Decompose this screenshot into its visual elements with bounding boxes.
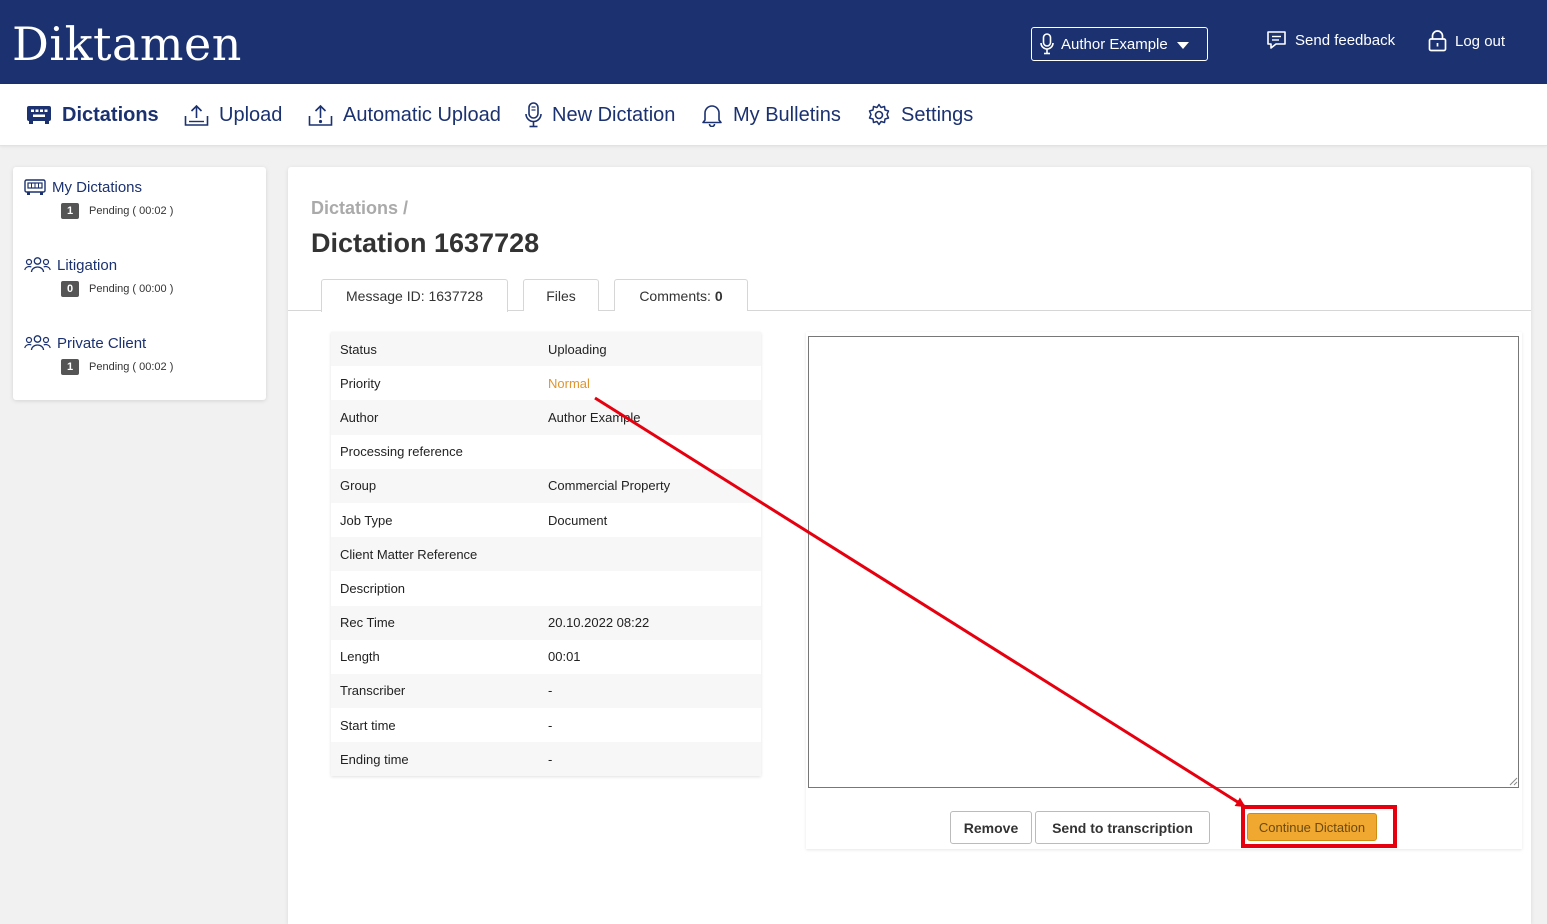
send-feedback-label: Send feedback [1295,31,1396,49]
author-dropdown[interactable]: Author Example [1031,27,1208,61]
sidebar-item-label: Private Client [57,334,147,352]
details-row: Processing reference [331,435,761,469]
details-row: Rec Time 20.10.2022 08:22 [331,605,761,640]
annotation-highlight-box [1241,805,1397,848]
nav-new-dictation-label: New Dictation [552,103,676,126]
nav-dictations[interactable]: Dictations [26,84,159,146]
microphone-icon [1040,33,1054,55]
pending-count-badge: 1 [61,359,79,375]
chevron-down-icon [1176,42,1189,49]
group-icon [24,335,51,351]
nav-upload[interactable]: Upload [184,84,282,146]
group-icon [24,257,51,273]
logout-label: Log out [1455,32,1506,50]
gear-icon [868,103,890,126]
nav-automatic-upload[interactable]: Automatic Upload [308,84,501,146]
details-row: Client Matter Reference [331,537,761,572]
detail-value: Commercial Property [548,478,671,494]
tab-comments[interactable]: Comments: 0 [614,279,748,311]
details-row: Ending time - [331,742,761,777]
details-row: Start time - [331,708,761,742]
sidebar: My Dictations 1 Pending ( 00:02 ) Litiga… [13,167,266,400]
nav-automatic-upload-label: Automatic Upload [343,103,501,126]
sidebar-item-private-client[interactable]: Private Client 1 Pending ( 00:02 ) [24,333,173,375]
detail-value: - [548,751,553,767]
send-to-transcription-button[interactable]: Send to transcription [1035,811,1210,844]
notes-panel: Remove Send to transcription Continue Di… [806,332,1522,849]
pending-count-badge: 0 [61,281,79,297]
bell-icon [702,105,722,127]
details-row: Description [331,571,761,605]
main-nav: Dictations Upload Automatic Upload New D… [0,84,1547,146]
page-title: Dictation 1637728 [311,228,540,258]
details-table: Status Uploading Priority Normal Author Autho… [331,332,761,777]
detail-key: Transcriber [340,683,406,699]
sidebar-item-litigation[interactable]: Litigation 0 Pending ( 00:00 ) [24,255,173,297]
nav-my-bulletins-label: My Bulletins [733,103,841,126]
sidebar-item-my-dictations[interactable]: My Dictations 1 Pending ( 00:02 ) [24,177,173,219]
nav-upload-label: Upload [219,103,283,126]
detail-key: Ending time [340,751,409,767]
detail-value: Document [548,512,608,528]
lock-icon [1428,30,1447,52]
tab-label: Comments: [639,287,711,304]
detail-key: Client Matter Reference [340,546,478,562]
send-feedback-link[interactable]: Send feedback [1266,30,1395,50]
app-logo[interactable]: Diktamen [12,16,242,72]
tab-label: Files [546,287,576,304]
feedback-icon [1267,31,1286,49]
automatic-upload-icon [308,104,333,126]
pending-status: Pending ( 00:00 ) [89,283,174,295]
detail-key: Processing reference [340,444,463,460]
nav-dictations-label: Dictations [62,103,159,126]
breadcrumb[interactable]: Dictations / [311,198,408,219]
resize-handle-icon[interactable] [1509,777,1518,786]
dictation-icon [27,106,51,124]
author-name: Author Example [1061,35,1168,53]
nav-settings[interactable]: Settings [867,84,973,146]
detail-key: Status [340,341,377,357]
tab-files[interactable]: Files [523,279,599,311]
detail-key: Group [340,478,377,494]
nav-settings-label: Settings [901,103,974,126]
remove-button[interactable]: Remove [950,811,1032,844]
detail-value: Normal [548,375,590,391]
detail-value: 20.10.2022 08:22 [548,615,650,631]
detail-key: Length [340,649,380,665]
details-row: Group Commercial Property [331,468,761,503]
detail-value: Uploading [548,341,607,357]
sidebar-item-label: My Dictations [52,178,143,196]
details-row: Status Uploading [331,332,761,367]
notes-textarea[interactable] [808,336,1519,788]
upload-icon [184,104,209,126]
detail-value: 00:01 [548,649,581,665]
detail-value: - [548,683,553,699]
details-row: Transcriber - [331,673,761,709]
details-row: Priority Normal [331,366,761,400]
pending-status: Pending ( 00:02 ) [89,361,174,373]
nav-new-dictation[interactable]: New Dictation [525,84,675,146]
dictation-icon [24,178,46,195]
details-row: Author Author Example [331,400,761,435]
nav-my-bulletins[interactable]: My Bulletins [701,84,841,146]
top-header: Diktamen Author Example Send feedback Lo… [0,0,1547,84]
detail-key: Priority [340,375,381,391]
detail-key: Job Type [340,512,393,528]
detail-value: - [548,717,553,733]
logout-link[interactable]: Log out [1428,30,1505,52]
tab-label: Message ID: 1637728 [346,288,483,304]
detail-key: Rec Time [340,615,395,631]
details-row: Length 00:01 [331,640,761,674]
pending-count-badge: 1 [61,203,79,219]
detail-value: Author Example [548,409,641,425]
detail-key: Start time [340,717,396,733]
pending-status: Pending ( 00:02 ) [89,205,174,217]
details-row: Job Type Document [331,503,761,537]
detail-key: Author [340,409,379,425]
sidebar-item-label: Litigation [57,256,118,274]
detail-key: Description [340,580,406,596]
comments-count: 0 [714,287,723,304]
tab-message-id[interactable]: Message ID: 1637728 [321,279,508,312]
microphone-icon [525,102,542,128]
